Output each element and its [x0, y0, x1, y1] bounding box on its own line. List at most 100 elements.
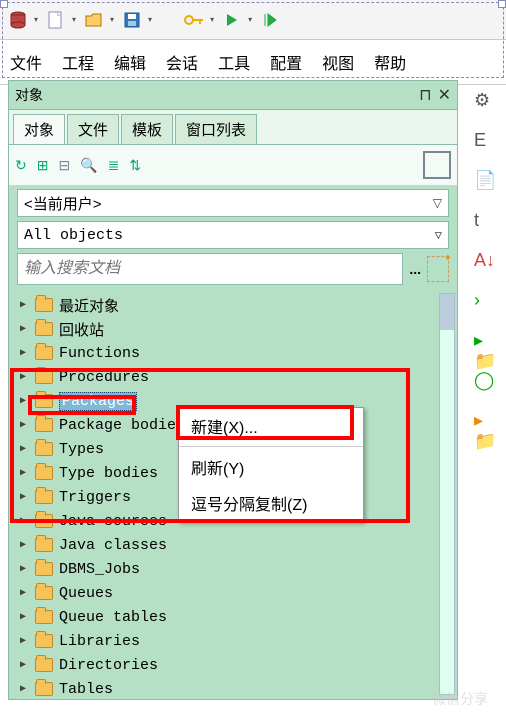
menu-project[interactable]: 工程: [52, 46, 104, 78]
chevron-down-icon: ▽: [435, 228, 442, 243]
open-icon[interactable]: [80, 6, 108, 34]
expander-icon[interactable]: ▶: [17, 395, 29, 407]
folder-icon: [35, 490, 53, 504]
expand-icon[interactable]: ⊞: [37, 157, 49, 174]
menu-new[interactable]: 新建(X)...: [179, 408, 363, 444]
menu-view[interactable]: 视图: [312, 46, 364, 78]
folder-icon: [35, 562, 53, 576]
sort-icon[interactable]: ⇅: [129, 157, 141, 174]
tree-item[interactable]: ▶ 回收站: [17, 317, 437, 341]
menu-file[interactable]: 文件: [0, 46, 52, 78]
expander-icon[interactable]: ▶: [17, 467, 29, 479]
new-doc-icon[interactable]: [42, 6, 70, 34]
filter-combo[interactable]: All objects ▽: [17, 221, 449, 249]
expander-icon[interactable]: ▶: [17, 563, 29, 575]
browse-button[interactable]: ...: [409, 261, 421, 277]
placeholder-box: [423, 151, 451, 179]
expander-icon[interactable]: ▶: [17, 635, 29, 647]
search-input[interactable]: [17, 253, 403, 285]
tree-item[interactable]: ▶Procedures: [17, 365, 437, 389]
expander-icon[interactable]: ▶: [17, 443, 29, 455]
chevron-right-icon[interactable]: ›: [474, 290, 498, 314]
expander-icon[interactable]: ▶: [17, 515, 29, 527]
gear-icon[interactable]: ⚙: [474, 90, 498, 114]
menu-edit[interactable]: 编辑: [104, 46, 156, 78]
menu-tools[interactable]: 工具: [208, 46, 260, 78]
dropdown-icon[interactable]: ▾: [34, 15, 38, 24]
tree-item-label: Java sources: [59, 513, 167, 530]
chevron-down-icon: ▽: [433, 196, 442, 210]
step-icon[interactable]: [256, 6, 284, 34]
filter-combo-text: All objects: [24, 227, 123, 244]
user-combo-text: <当前用户>: [24, 193, 102, 214]
folder-icon: [35, 610, 53, 624]
panel-header: 对象 ⊓ ✕: [9, 81, 457, 110]
tree-item[interactable]: ▶Queue tables: [17, 605, 437, 629]
menu-refresh[interactable]: 刷新(Y): [179, 449, 363, 485]
sort-az-icon[interactable]: A↓: [474, 250, 498, 274]
run-icon[interactable]: [218, 6, 246, 34]
tree-item-label: 最近对象: [59, 295, 119, 316]
expander-icon[interactable]: ▶: [17, 539, 29, 551]
tree-item-label: 回收站: [59, 319, 104, 340]
tree-item-label: Directories: [59, 657, 158, 674]
tree-item[interactable]: ▶ Directories: [17, 653, 437, 677]
tab-templates[interactable]: 模板: [121, 114, 173, 144]
dropdown-icon[interactable]: ▾: [248, 15, 252, 24]
dropdown-icon[interactable]: ▾: [148, 15, 152, 24]
expander-icon[interactable]: ▶: [17, 683, 29, 695]
expander-icon[interactable]: ▶: [17, 611, 29, 623]
tree-item[interactable]: ▶ Tables: [17, 677, 437, 699]
collapse-icon[interactable]: ⊟: [58, 157, 70, 174]
expander-icon[interactable]: ▶: [17, 371, 29, 383]
folder-green-icon[interactable]: ▸📁: [474, 330, 498, 354]
tab-files[interactable]: 文件: [67, 114, 119, 144]
close-icon[interactable]: ✕: [438, 85, 451, 105]
menu-config[interactable]: 配置: [260, 46, 312, 78]
tree-item-label: Libraries: [59, 633, 140, 650]
folder-orange-icon[interactable]: ▸📁: [474, 410, 498, 434]
dropdown-icon[interactable]: ▾: [210, 15, 214, 24]
menu-help[interactable]: 帮助: [364, 46, 416, 78]
tree-item[interactable]: ▶Queues: [17, 581, 437, 605]
tree-item[interactable]: ▶ Libraries: [17, 629, 437, 653]
tab-window-list[interactable]: 窗口列表: [175, 114, 257, 144]
tree-item[interactable]: ▶Functions: [17, 341, 437, 365]
tree-item[interactable]: ▶ 最近对象: [17, 293, 437, 317]
expander-icon[interactable]: ▶: [17, 299, 29, 311]
dropdown-icon[interactable]: ▾: [72, 15, 76, 24]
tree-item[interactable]: ▶Java classes: [17, 533, 437, 557]
expander-icon[interactable]: ▶: [17, 659, 29, 671]
key-icon[interactable]: [180, 6, 208, 34]
context-menu: 新建(X)... 刷新(Y) 逗号分隔复制(Z): [178, 407, 364, 522]
refresh-icon[interactable]: ↻: [15, 157, 27, 174]
expander-icon[interactable]: ▶: [17, 323, 29, 335]
menu-copy-csv[interactable]: 逗号分隔复制(Z): [179, 485, 363, 521]
tree-item[interactable]: ▶DBMS_Jobs: [17, 557, 437, 581]
new-doc-icon[interactable]: [427, 256, 449, 282]
folder-icon: [35, 466, 53, 480]
scroll-thumb[interactable]: [440, 294, 454, 330]
tree-item-label: Type bodies: [59, 465, 158, 482]
menu-session[interactable]: 会话: [156, 46, 208, 78]
tree-item-label: Packages: [59, 392, 137, 411]
search-icon[interactable]: 🔍: [80, 157, 97, 174]
user-combo[interactable]: <当前用户> ▽: [17, 189, 449, 217]
folder-icon: [35, 394, 53, 408]
save-icon[interactable]: [118, 6, 146, 34]
mini-toolbar: ↻ ⊞ ⊟ 🔍 ≣ ⇅: [9, 145, 457, 185]
tree-item-label: Tables: [59, 681, 113, 698]
tab-objects[interactable]: 对象: [13, 114, 65, 144]
pin-icon[interactable]: ⊓: [419, 85, 431, 105]
folder-icon: [35, 322, 53, 336]
circle-icon[interactable]: ◯: [474, 370, 498, 394]
expander-icon[interactable]: ▶: [17, 491, 29, 503]
expander-icon[interactable]: ▶: [17, 347, 29, 359]
doc-icon[interactable]: 📄: [474, 170, 498, 194]
expander-icon[interactable]: ▶: [17, 587, 29, 599]
scrollbar[interactable]: [439, 293, 455, 695]
filter-icon[interactable]: ≣: [108, 157, 120, 174]
dropdown-icon[interactable]: ▾: [110, 15, 114, 24]
db-icon[interactable]: [4, 6, 32, 34]
expander-icon[interactable]: ▶: [17, 419, 29, 431]
